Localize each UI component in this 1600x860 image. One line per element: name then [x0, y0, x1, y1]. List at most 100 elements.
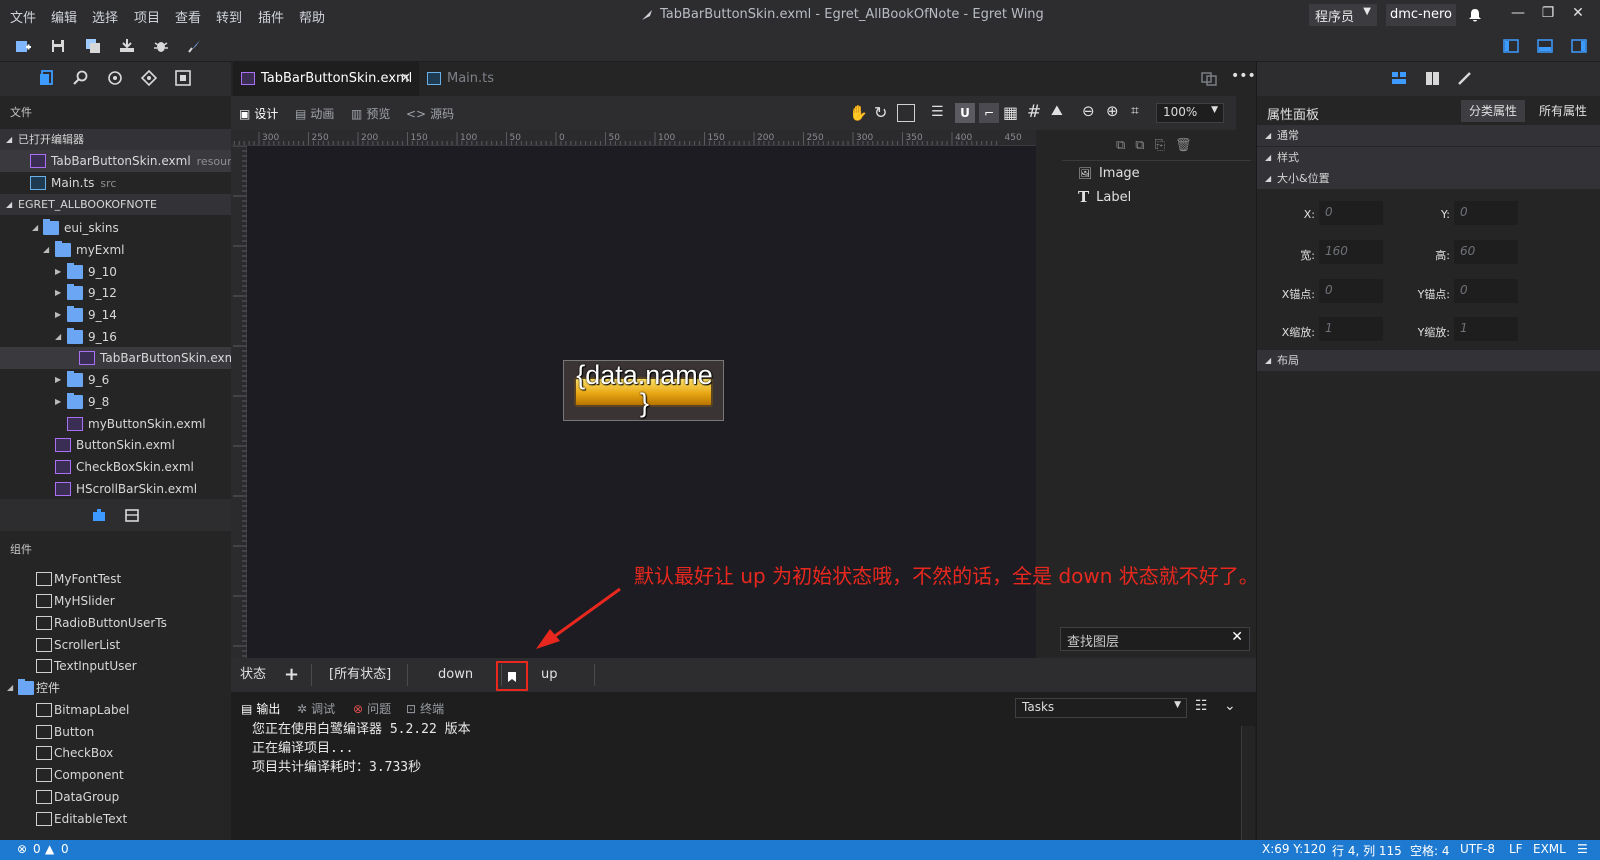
restore-icon[interactable]: ❐	[1537, 5, 1559, 25]
zoom-out-icon[interactable]: ⊖	[1082, 102, 1095, 120]
control-editabletext[interactable]: EditableText	[0, 808, 231, 830]
group-layout[interactable]: ◢ 布局	[1257, 350, 1600, 371]
grid-icon[interactable]: ▦	[1003, 103, 1018, 122]
user-button[interactable]: dmc-nero	[1386, 4, 1456, 26]
mode-source[interactable]: <> 源码	[406, 105, 454, 122]
state-all[interactable]: [所有状态]	[329, 658, 391, 692]
tree-folder-myexml[interactable]: ◢ myExml	[0, 239, 231, 261]
properties-icon[interactable]	[1390, 70, 1408, 86]
close-window-icon[interactable]: ✕	[1567, 5, 1589, 25]
encoding[interactable]: UTF-8	[1460, 842, 1495, 856]
error-count[interactable]: 0	[33, 842, 41, 856]
more-actions-icon[interactable]: •••	[1231, 68, 1256, 84]
output-tab[interactable]: ▤ 输出	[241, 700, 280, 717]
project-header[interactable]: ◢ EGRET_ALLBOOKOFNOTE	[0, 194, 231, 215]
feedback-icon[interactable]: ☰	[1577, 842, 1588, 856]
clear-search-icon[interactable]: ✕	[1231, 629, 1243, 645]
publish-icon[interactable]	[118, 38, 136, 54]
collapse-panel-icon[interactable]: ⌄	[1224, 698, 1236, 714]
component-myhslider[interactable]: MyHSlider	[0, 590, 231, 612]
brush-icon[interactable]	[1456, 70, 1474, 86]
tree-folder-9-10[interactable]: ▶ 9_10	[0, 261, 231, 283]
field-y-input[interactable]: 0	[1454, 201, 1518, 225]
output-scrollbar[interactable]	[1241, 726, 1255, 840]
search-icon[interactable]	[72, 70, 90, 86]
menu-file[interactable]: 文件	[10, 7, 36, 26]
align-guides-icon[interactable]: ⌐	[979, 103, 999, 123]
refresh-icon[interactable]: ↻	[874, 103, 887, 122]
menu-edit[interactable]: 编辑	[51, 7, 77, 26]
field-scale-y-input[interactable]: 1	[1454, 317, 1518, 341]
new-project-icon[interactable]	[14, 38, 32, 54]
terminal-tab[interactable]: ⊡ 终端	[406, 700, 444, 717]
debug-bug-icon[interactable]	[152, 38, 170, 54]
clear-output-icon[interactable]: ☷	[1195, 698, 1208, 714]
layer-label-item[interactable]: T Label	[1078, 188, 1131, 206]
component-textinputuser[interactable]: TextInputUser	[0, 655, 231, 677]
tab-tabbarbuttonskin[interactable]: TabBarButtonSkin.exml ✕	[233, 62, 419, 96]
bell-icon[interactable]	[1467, 7, 1483, 23]
minimize-icon[interactable]: —	[1507, 5, 1529, 25]
puzzle-plugin-icon[interactable]	[90, 507, 108, 523]
toggle-left-panel-icon[interactable]	[1502, 38, 1520, 54]
control-datagroup[interactable]: DataGroup	[0, 786, 231, 808]
tree-folder-9-12[interactable]: ▶ 9_12	[0, 282, 231, 304]
group-size-position[interactable]: ◢ 大小&位置	[1257, 168, 1600, 189]
error-icon[interactable]: ⊗	[17, 842, 27, 856]
toggle-bottom-panel-icon[interactable]	[1536, 38, 1554, 54]
language-mode[interactable]: EXML	[1533, 842, 1566, 856]
save-icon[interactable]	[49, 38, 67, 54]
tab-main-ts[interactable]: Main.ts	[419, 62, 534, 96]
controls-folder[interactable]: ◢ 控件	[0, 677, 231, 699]
indentation[interactable]: 空格: 4	[1410, 842, 1450, 859]
mode-animation[interactable]: ▤ 动画	[295, 105, 334, 122]
menu-selection[interactable]: 选择	[92, 7, 118, 26]
set-default-state-button[interactable]	[496, 661, 528, 691]
run-rocket-icon[interactable]	[186, 38, 204, 54]
open-editors-header[interactable]: ◢ 已打开编辑器	[0, 129, 231, 150]
zoom-select[interactable]: 100% ▼	[1156, 103, 1224, 123]
control-bitmaplabel[interactable]: BitmapLabel	[0, 699, 231, 721]
line-column[interactable]: 行 4, 列 115	[1332, 842, 1402, 859]
mode-preview[interactable]: ▥ 预览	[351, 105, 390, 122]
open-editor-tabbarbuttonskin[interactable]: TabBarButtonSkin.exml resour...	[0, 150, 231, 172]
add-state-button[interactable]: +	[284, 658, 299, 692]
group-general[interactable]: ◢ 通常	[1257, 125, 1600, 146]
field-anchor-y-input[interactable]: 0	[1454, 279, 1518, 303]
component-radiobuttonuserts[interactable]: RadioButtonUserTs	[0, 612, 231, 634]
tree-file-tabbarbuttonskin[interactable]: TabBarButtonSkin.exml	[0, 347, 231, 369]
layer-image[interactable]: 🖼 Image	[1078, 166, 1140, 181]
tree-file-hscrollbarskin[interactable]: HScrollBarSkin.exml	[0, 478, 231, 500]
field-anchor-x-input[interactable]: 0	[1319, 279, 1383, 303]
control-button[interactable]: Button	[0, 721, 231, 743]
resource-icon[interactable]	[174, 70, 192, 86]
group-style[interactable]: ◢ 样式	[1257, 147, 1600, 168]
problems-tab[interactable]: ⊗ 问题	[353, 700, 391, 717]
toggle-right-panel-icon[interactable]	[1570, 38, 1588, 54]
tasks-select[interactable]: Tasks ▼	[1015, 698, 1187, 718]
role-select[interactable]: 程序员 ▼	[1309, 4, 1377, 26]
debug-tab[interactable]: ✲ 调试	[297, 700, 335, 717]
component-scrollerlist[interactable]: ScrollerList	[0, 634, 231, 656]
library-icon[interactable]	[123, 507, 141, 523]
open-editor-main-ts[interactable]: Main.ts src	[0, 172, 231, 194]
state-up[interactable]: up	[541, 658, 558, 692]
git-icon[interactable]	[140, 70, 158, 86]
control-component[interactable]: Component	[0, 764, 231, 786]
component-myfonttest[interactable]: MyFontTest	[0, 568, 231, 590]
line-ending[interactable]: LF	[1509, 842, 1523, 856]
menu-view[interactable]: 查看	[175, 7, 201, 26]
tree-file-buttonskin[interactable]: ButtonSkin.exml	[0, 434, 231, 456]
tree-file-checkboxskin[interactable]: CheckBoxSkin.exml	[0, 456, 231, 478]
field-width-input[interactable]: 160	[1319, 240, 1383, 264]
tree-folder-9-6[interactable]: ▶ 9_6	[0, 369, 231, 391]
field-x-input[interactable]: 0	[1319, 201, 1383, 225]
field-height-input[interactable]: 60	[1454, 240, 1518, 264]
snap-magnet-icon[interactable]: U	[955, 103, 975, 123]
split-editor-icon[interactable]	[1201, 72, 1217, 86]
menu-help[interactable]: 帮助	[299, 7, 325, 26]
background-image-icon[interactable]: ⛰	[1051, 103, 1063, 119]
extensions-icon[interactable]	[106, 70, 124, 86]
files-icon[interactable]	[38, 70, 56, 86]
menu-project[interactable]: 项目	[134, 7, 160, 26]
